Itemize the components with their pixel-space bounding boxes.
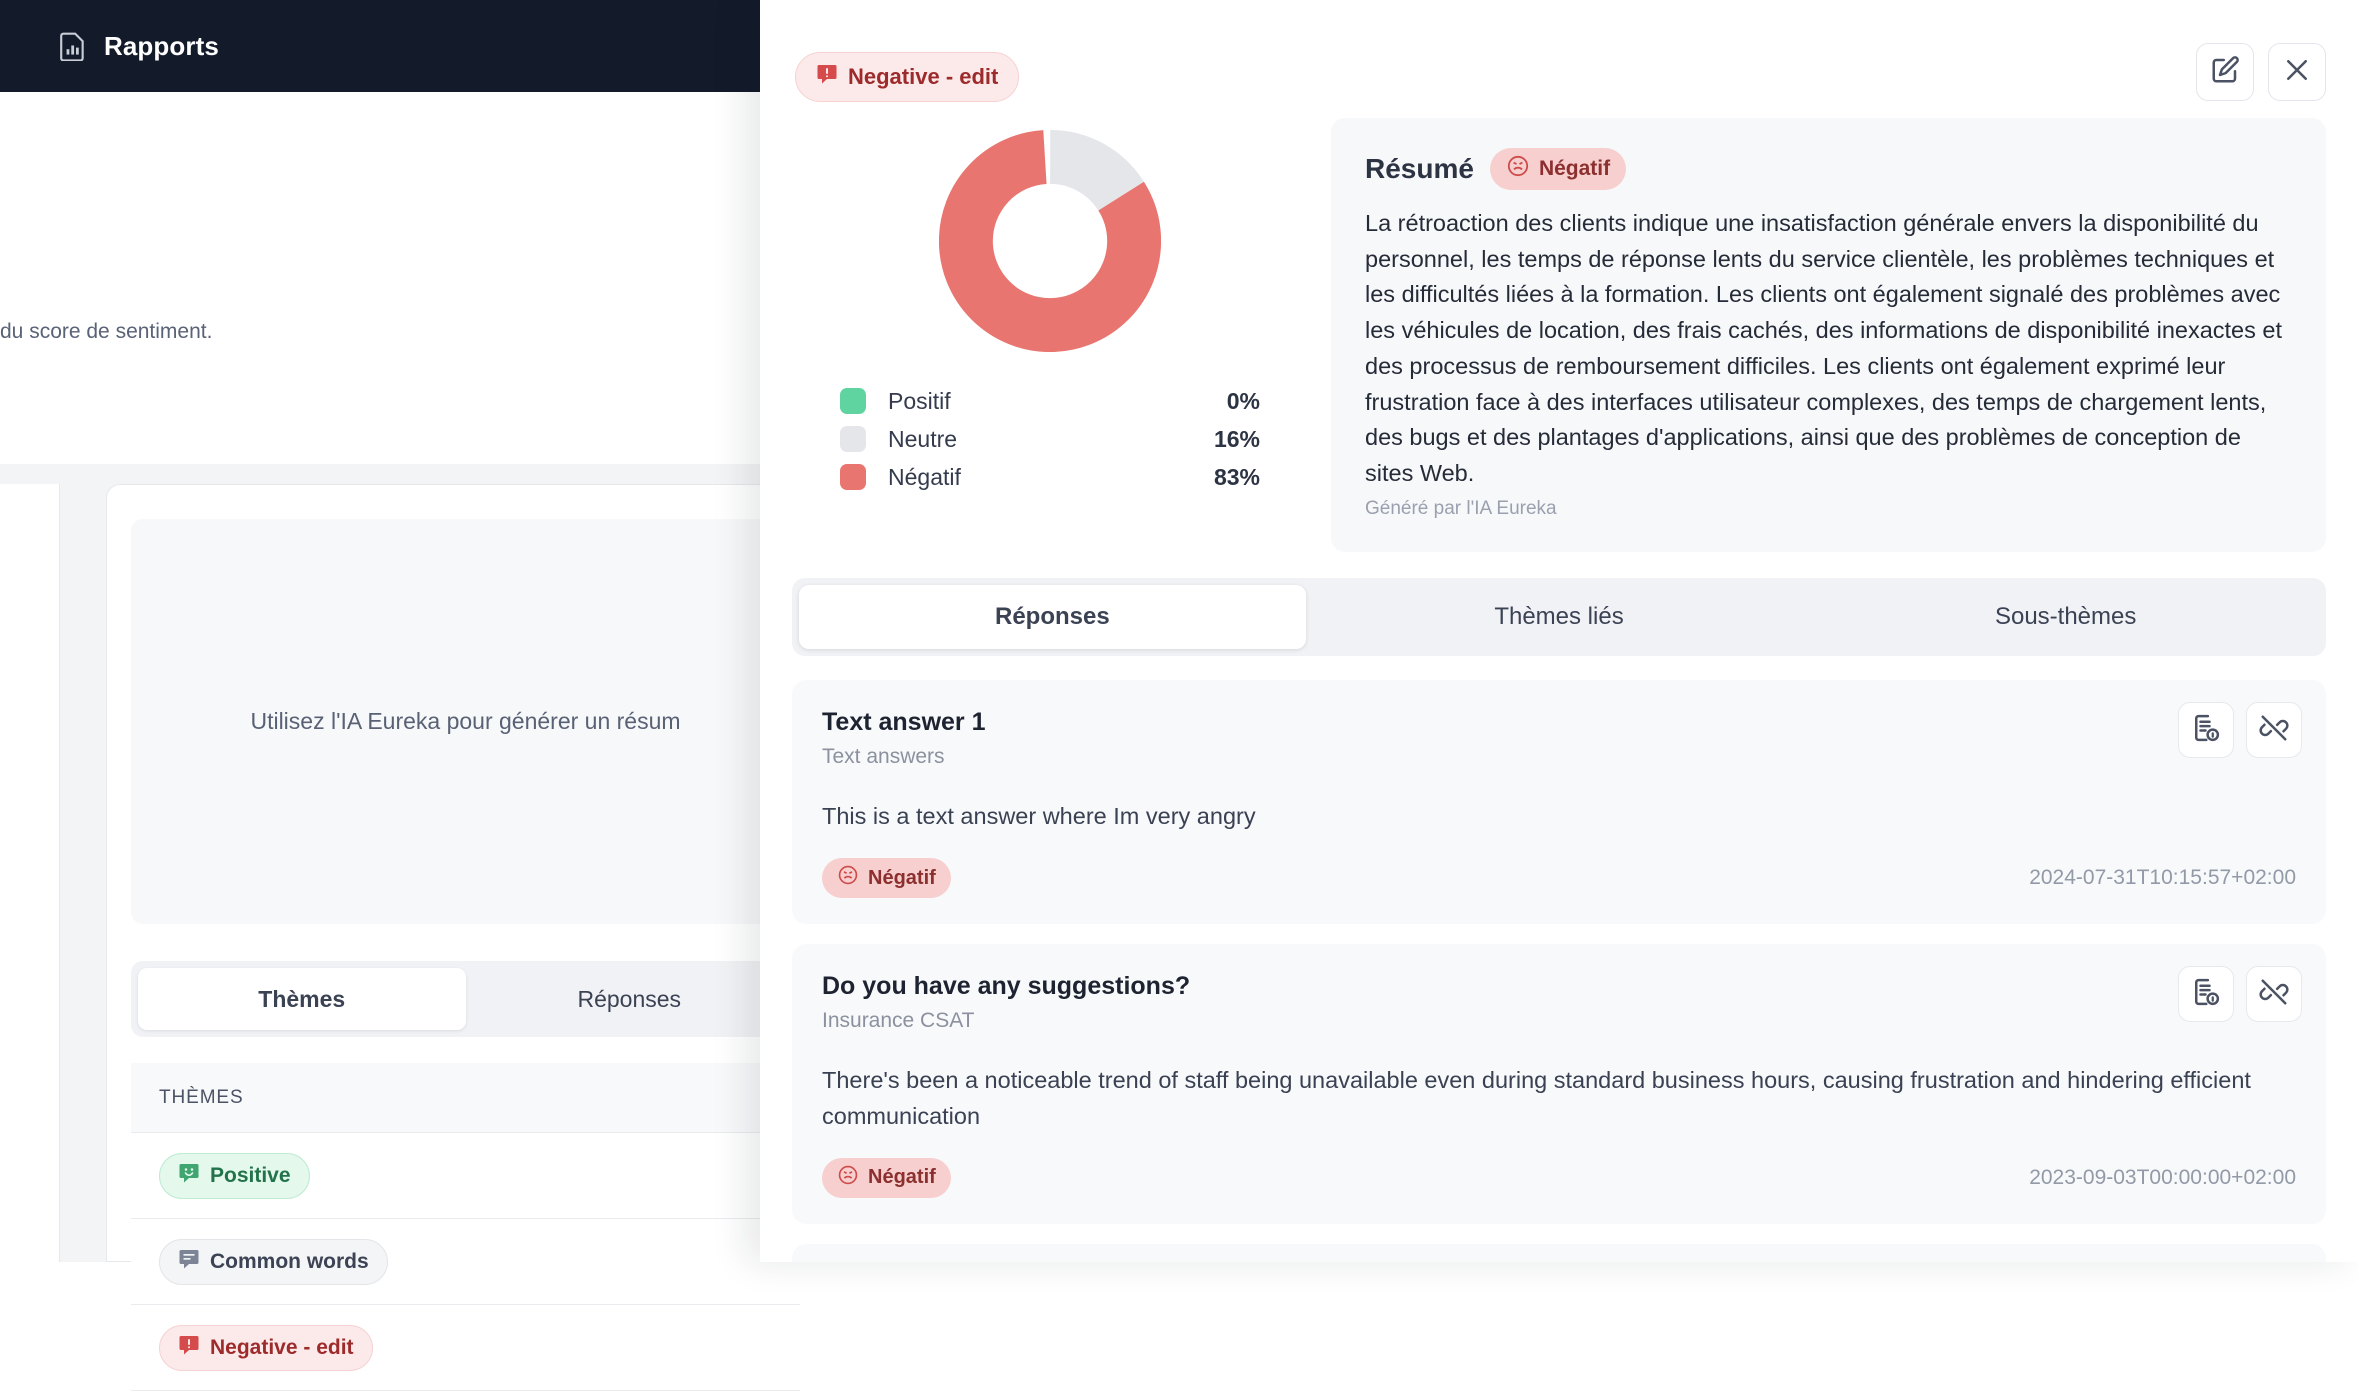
panel-theme-badge-label: Negative - edit [848,64,998,90]
panel-header: Negative - edit [760,0,2358,128]
response-source: Text answers [822,745,2296,769]
response-details-button[interactable] [2178,966,2234,1022]
background-left-rail [0,484,60,1262]
theme-chip-label: Negative - edit [210,1336,354,1360]
summary-area: Positif 0% Neutre 16% Négatif 83% Résumé [795,118,2326,552]
background-lower-region: Utilisez l'IA Eureka pour générer un rés… [0,464,760,1262]
response-sentiment-label: Négatif [868,867,936,890]
response-card: Do you have any suggestions? Insurance C… [792,944,2326,1224]
close-panel-button[interactable] [2268,43,2326,101]
theme-chip-label: Positive [210,1164,291,1188]
background-tab-themes[interactable]: Thèmes [138,968,466,1030]
legend-label-positif: Positif [888,388,1227,415]
legend-label-neutre: Neutre [888,426,1214,453]
tab-reponses[interactable]: Réponses [799,585,1306,649]
close-x-icon [2282,55,2312,90]
panel-tabbar: Réponses Thèmes liés Sous-thèmes [792,578,2326,656]
response-footer: Négatif 2024-07-31T10:15:57+02:00 [822,858,2296,898]
legend-swatch-neutre [840,426,866,452]
angry-face-icon [837,1164,859,1192]
document-info-icon [2191,977,2221,1012]
summary-text: La rétroaction des clients indique une i… [1365,206,2292,492]
response-question: Text answer 1 [822,708,2296,737]
app-title: Rapports [104,31,219,62]
panel-action-buttons [2196,43,2326,101]
response-card: Do you have any suggestions? [792,1244,2326,1262]
theme-list-item[interactable]: Common words [131,1219,800,1305]
unlink-response-button[interactable] [2246,702,2302,758]
theme-chip-positive[interactable]: Positive [159,1153,310,1199]
theme-list-item[interactable]: Negative - edit [131,1305,800,1391]
tab-themes-lies[interactable]: Thèmes liés [1306,585,1813,649]
report-file-icon [60,31,86,61]
background-body: du score de sentiment. Utilisez l'IA Eur… [0,92,760,1262]
smiley-comment-icon [178,1162,200,1190]
theme-chip-negative-edit[interactable]: Negative - edit [159,1325,373,1371]
summary-credit: Généré par l'IA Eureka [1365,498,2292,520]
legend-swatch-positif [840,388,866,414]
legend-swatch-negatif [840,464,866,490]
tab-sous-themes[interactable]: Sous-thèmes [1812,585,2319,649]
unlink-icon [2259,713,2289,748]
response-source: Insurance CSAT [822,1009,2296,1033]
panel-theme-badge-wrap: Negative - edit [795,52,1019,102]
alert-comment-icon [178,1334,200,1362]
legend-value-negatif: 83% [1214,464,1260,491]
legend-item: Neutre 16% [840,420,1260,458]
response-sentiment-badge: Négatif [822,858,951,898]
themes-section-header-label: THÈMES [159,1087,244,1109]
app-topbar: Rapports [0,0,760,92]
response-sentiment-badge: Négatif [822,1158,951,1198]
background-tabbar: Thèmes Réponses [131,961,800,1037]
response-sentiment-label: Négatif [868,1166,936,1189]
legend-item: Négatif 83% [840,458,1260,496]
document-info-icon [2191,713,2221,748]
response-details-button[interactable] [2178,702,2234,758]
ai-summary-placeholder-text: Utilisez l'IA Eureka pour générer un rés… [250,708,680,735]
legend-value-neutre: 16% [1214,426,1260,453]
themes-section-header: THÈMES [131,1063,800,1133]
response-date: 2024-07-31T10:15:57+02:00 [2029,866,2296,890]
sentiment-score-caption: du score de sentiment. [0,320,400,344]
unlink-response-button[interactable] [2246,966,2302,1022]
ai-summary-placeholder[interactable]: Utilisez l'IA Eureka pour générer un rés… [131,519,800,924]
summary-sentiment-label: Négatif [1539,157,1610,181]
summary-card: Résumé Négatif La rétroaction des client… [1331,118,2326,552]
summary-header: Résumé Négatif [1365,148,2292,190]
response-body: This is a text answer where Im very angr… [822,799,2296,834]
angry-face-icon [1506,154,1530,184]
summary-title: Résumé [1365,153,1474,185]
background-tab-responses[interactable]: Réponses [466,968,794,1030]
legend-label-negatif: Négatif [888,464,1214,491]
alert-comment-icon [816,63,838,91]
theme-list-item[interactable]: Positive [131,1133,800,1219]
response-card: Text answer 1 Text answers This is a tex… [792,680,2326,924]
angry-face-icon [837,864,859,892]
sentiment-legend: Positif 0% Neutre 16% Négatif 83% [840,382,1260,496]
edit-theme-button[interactable] [2196,43,2254,101]
legend-value-positif: 0% [1227,388,1260,415]
background-report-card: Utilisez l'IA Eureka pour générer un rés… [106,484,760,1262]
response-body: There's been a noticeable trend of staff… [822,1063,2296,1134]
summary-sentiment-badge: Négatif [1490,148,1626,190]
edit-pencil-square-icon [2210,55,2240,90]
unlink-icon [2259,977,2289,1012]
response-footer: Négatif 2023-09-03T00:00:00+02:00 [822,1158,2296,1198]
panel-theme-badge[interactable]: Negative - edit [795,52,1019,102]
legend-item: Positif 0% [840,382,1260,420]
sentiment-chart-column: Positif 0% Neutre 16% Négatif 83% [795,118,1305,552]
response-action-buttons [2178,966,2302,1022]
response-action-buttons [2178,702,2302,758]
theme-detail-panel: Negative - edit [760,0,2358,1262]
response-date: 2023-09-03T00:00:00+02:00 [2029,1166,2296,1190]
responses-list[interactable]: Text answer 1 Text answers This is a tex… [792,680,2326,1262]
sentiment-donut-chart [939,130,1161,352]
response-question: Do you have any suggestions? [822,972,2296,1001]
